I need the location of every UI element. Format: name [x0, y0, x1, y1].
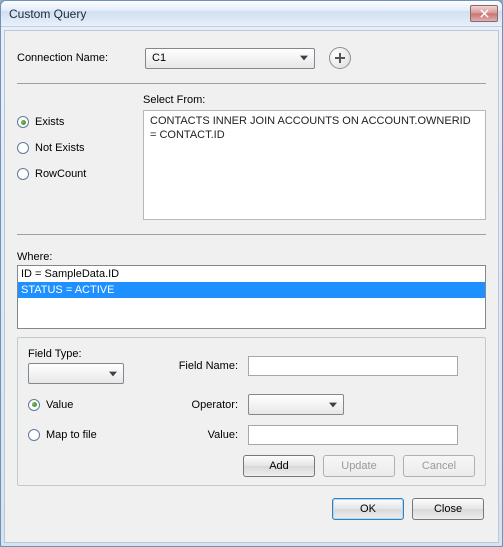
where-section: Where: ID = SampleData.ID STATUS = ACTIV… [17, 251, 486, 486]
map-to-file-radio[interactable]: Map to file [28, 429, 168, 441]
select-section: Exists Not Exists RowCount Select From: … [17, 94, 486, 220]
add-button[interactable]: Add [243, 455, 315, 477]
window-title: Custom Query [9, 7, 470, 21]
select-from-textarea[interactable]: CONTACTS INNER JOIN ACCOUNTS ON ACCOUNT.… [143, 110, 486, 220]
field-name-label: Field Name: [168, 360, 248, 372]
field-type-combo[interactable] [28, 363, 124, 384]
radio-icon [17, 116, 29, 128]
value-radio[interactable]: Value [28, 399, 168, 411]
dialog-buttons: OK Close [17, 498, 486, 520]
where-row[interactable]: STATUS = ACTIVE [18, 282, 485, 298]
custom-query-dialog: Custom Query Connection Name: C1 Exi [0, 0, 503, 547]
connection-row: Connection Name: C1 [17, 47, 486, 69]
connection-combo[interactable]: C1 [145, 48, 315, 69]
rowcount-radio[interactable]: RowCount [17, 168, 127, 180]
chevron-down-icon [296, 50, 312, 67]
radio-icon [28, 429, 40, 441]
chevron-down-icon [105, 365, 121, 382]
radio-icon [28, 399, 40, 411]
separator [17, 234, 486, 235]
connection-value: C1 [152, 52, 296, 64]
radio-label: Exists [35, 116, 64, 128]
chevron-down-icon [325, 396, 341, 413]
radio-label: Map to file [46, 429, 97, 441]
separator [17, 83, 486, 84]
radio-label: Not Exists [35, 142, 85, 154]
connection-label: Connection Name: [17, 52, 137, 64]
field-name-input[interactable] [248, 356, 458, 376]
operator-label: Operator: [168, 399, 248, 411]
where-row[interactable]: ID = SampleData.ID [18, 266, 485, 282]
field-type-label: Field Type: [28, 348, 168, 360]
update-button[interactable]: Update [323, 455, 395, 477]
radio-icon [17, 142, 29, 154]
value-input[interactable] [248, 425, 458, 445]
value-label: Value: [168, 429, 248, 441]
where-editor: Field Type: Field Name: Value [17, 337, 486, 486]
radio-label: Value [46, 399, 73, 411]
ok-button[interactable]: OK [332, 498, 404, 520]
exists-radio-group: Exists Not Exists RowCount [17, 94, 127, 220]
exists-radio[interactable]: Exists [17, 116, 127, 128]
operator-combo[interactable] [248, 394, 344, 415]
radio-icon [17, 168, 29, 180]
where-list[interactable]: ID = SampleData.ID STATUS = ACTIVE [17, 265, 486, 329]
cancel-button[interactable]: Cancel [403, 455, 475, 477]
where-label: Where: [17, 251, 52, 263]
close-icon[interactable] [470, 5, 498, 22]
radio-label: RowCount [35, 168, 86, 180]
close-button[interactable]: Close [412, 498, 484, 520]
titlebar: Custom Query [1, 1, 502, 27]
add-connection-button[interactable] [329, 47, 351, 69]
not-exists-radio[interactable]: Not Exists [17, 142, 127, 154]
client-area: Connection Name: C1 Exists Not Ex [4, 30, 499, 543]
select-from-label: Select From: [143, 94, 486, 106]
